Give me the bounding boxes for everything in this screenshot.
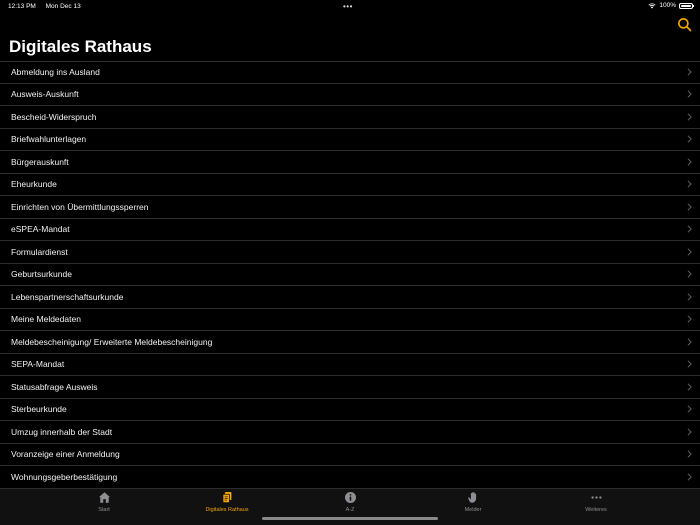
- search-icon[interactable]: [677, 17, 692, 32]
- status-right: 100%: [648, 2, 694, 9]
- chevron-right-icon: [687, 113, 692, 121]
- status-date: Mon Dec 13: [45, 3, 81, 10]
- chevron-right-icon: [687, 360, 692, 368]
- status-time: 12:13 PM: [8, 3, 36, 10]
- list-item[interactable]: Einrichten von Übermittlungssperren: [0, 196, 700, 219]
- list-item[interactable]: Sterbeurkunde: [0, 399, 700, 421]
- tab-a-z[interactable]: A-Z: [310, 491, 390, 517]
- list-item-label: Sterbeurkunde: [11, 404, 67, 415]
- list-item-label: Abmeldung ins Ausland: [11, 67, 100, 78]
- list-item[interactable]: Meine Meldedaten: [0, 309, 700, 331]
- tab-label: Weiteres: [585, 507, 607, 513]
- home-indicator[interactable]: [262, 517, 438, 520]
- documents-icon: [222, 491, 231, 504]
- list-item-label: Lebenspartnerschaftsurkunde: [11, 291, 124, 302]
- list-item-label: Briefwahlunterlagen: [11, 134, 87, 145]
- list-item-label: Bescheid-Widerspruch: [11, 111, 97, 122]
- wifi-icon: [648, 2, 656, 8]
- list-item-label: Formulardienst: [11, 246, 68, 257]
- chevron-right-icon: [687, 135, 692, 143]
- info-icon: [344, 491, 356, 504]
- tab-label: Start: [98, 507, 110, 513]
- list-item[interactable]: Formulardienst: [0, 241, 700, 264]
- tab-label: Melder: [464, 507, 482, 513]
- chevron-right-icon: [687, 383, 692, 391]
- list-item[interactable]: Statusabfrage Ausweis: [0, 376, 700, 399]
- tab-melder[interactable]: Melder: [433, 491, 513, 517]
- battery-icon: [679, 2, 694, 9]
- hand-icon: [467, 492, 476, 503]
- list-item-label: eSPEA-Mandat: [11, 224, 70, 235]
- list-item[interactable]: Wohnungsgeberbestätigung: [0, 466, 700, 489]
- tab-weiteres[interactable]: Weiteres: [556, 491, 636, 517]
- list-item[interactable]: Geburtsurkunde: [0, 264, 700, 286]
- list-item[interactable]: Lebenspartnerschaftsurkunde: [0, 286, 700, 309]
- chevron-right-icon: [687, 225, 692, 233]
- list-item[interactable]: eSPEA-Mandat: [0, 219, 700, 241]
- chevron-right-icon: [687, 270, 692, 278]
- list-item[interactable]: Eheurkunde: [0, 174, 700, 196]
- house-icon: [98, 492, 110, 503]
- tab-start[interactable]: Start: [64, 491, 144, 517]
- chevron-right-icon: [687, 473, 692, 481]
- chevron-right-icon: [687, 405, 692, 413]
- list-item[interactable]: SEPA-Mandat: [0, 354, 700, 376]
- list-item[interactable]: Abmeldung ins Ausland: [0, 61, 700, 84]
- list-item[interactable]: Meldebescheinigung/ Erweiterte Meldebesc…: [0, 331, 700, 354]
- more-icon: [590, 496, 602, 499]
- tab-label: A-Z: [345, 507, 355, 513]
- multitasking-dots[interactable]: •••: [343, 2, 353, 11]
- chevron-right-icon: [687, 450, 692, 458]
- list-item-label: Einrichten von Übermittlungssperren: [11, 201, 149, 212]
- chevron-right-icon: [687, 293, 692, 301]
- battery-percent: 100%: [659, 2, 676, 9]
- list-item-label: Meldebescheinigung/ Erweiterte Meldebesc…: [11, 336, 213, 347]
- list-item[interactable]: Voranzeige einer Anmeldung: [0, 444, 700, 466]
- list-item-label: Eheurkunde: [11, 179, 57, 190]
- service-list: Abmeldung ins Ausland Ausweis-Auskunft Bes…: [0, 61, 700, 489]
- list-item[interactable]: Ausweis-Auskunft: [0, 84, 700, 106]
- list-item-label: Ausweis-Auskunft: [11, 89, 79, 100]
- list-item[interactable]: Briefwahlunterlagen: [0, 129, 700, 151]
- chevron-right-icon: [687, 68, 692, 76]
- list-item[interactable]: Bescheid-Widerspruch: [0, 106, 700, 129]
- chevron-right-icon: [687, 90, 692, 98]
- list-item-label: SEPA-Mandat: [11, 359, 65, 370]
- list-item-label: Umzug innerhalb der Stadt: [11, 426, 113, 437]
- chevron-right-icon: [687, 158, 692, 166]
- tab-label: Digitales Rathaus: [205, 507, 249, 513]
- status-bar: 12:13 PM Mon Dec 13 ••• 100%: [0, 0, 700, 14]
- chevron-right-icon: [687, 180, 692, 188]
- chevron-right-icon: [687, 428, 692, 436]
- page-title: Digitales Rathaus: [9, 37, 152, 56]
- list-item[interactable]: Umzug innerhalb der Stadt: [0, 421, 700, 444]
- list-item[interactable]: Bürgerauskunft: [0, 151, 700, 174]
- chevron-right-icon: [687, 338, 692, 346]
- list-item-label: Voranzeige einer Anmeldung: [11, 449, 120, 460]
- status-left: 12:13 PM Mon Dec 13: [8, 3, 89, 10]
- list-item-label: Meine Meldedaten: [11, 314, 81, 325]
- list-item-label: Statusabfrage Ausweis: [11, 381, 98, 392]
- list-item-label: Geburtsurkunde: [11, 269, 72, 280]
- tab-digitales-rathaus[interactable]: Digitales Rathaus: [187, 491, 267, 517]
- list-item-label: Bürgerauskunft: [11, 156, 69, 167]
- list-item-label: Wohnungsgeberbestätigung: [11, 471, 118, 482]
- chevron-right-icon: [687, 248, 692, 256]
- chevron-right-icon: [687, 315, 692, 323]
- chevron-right-icon: [687, 203, 692, 211]
